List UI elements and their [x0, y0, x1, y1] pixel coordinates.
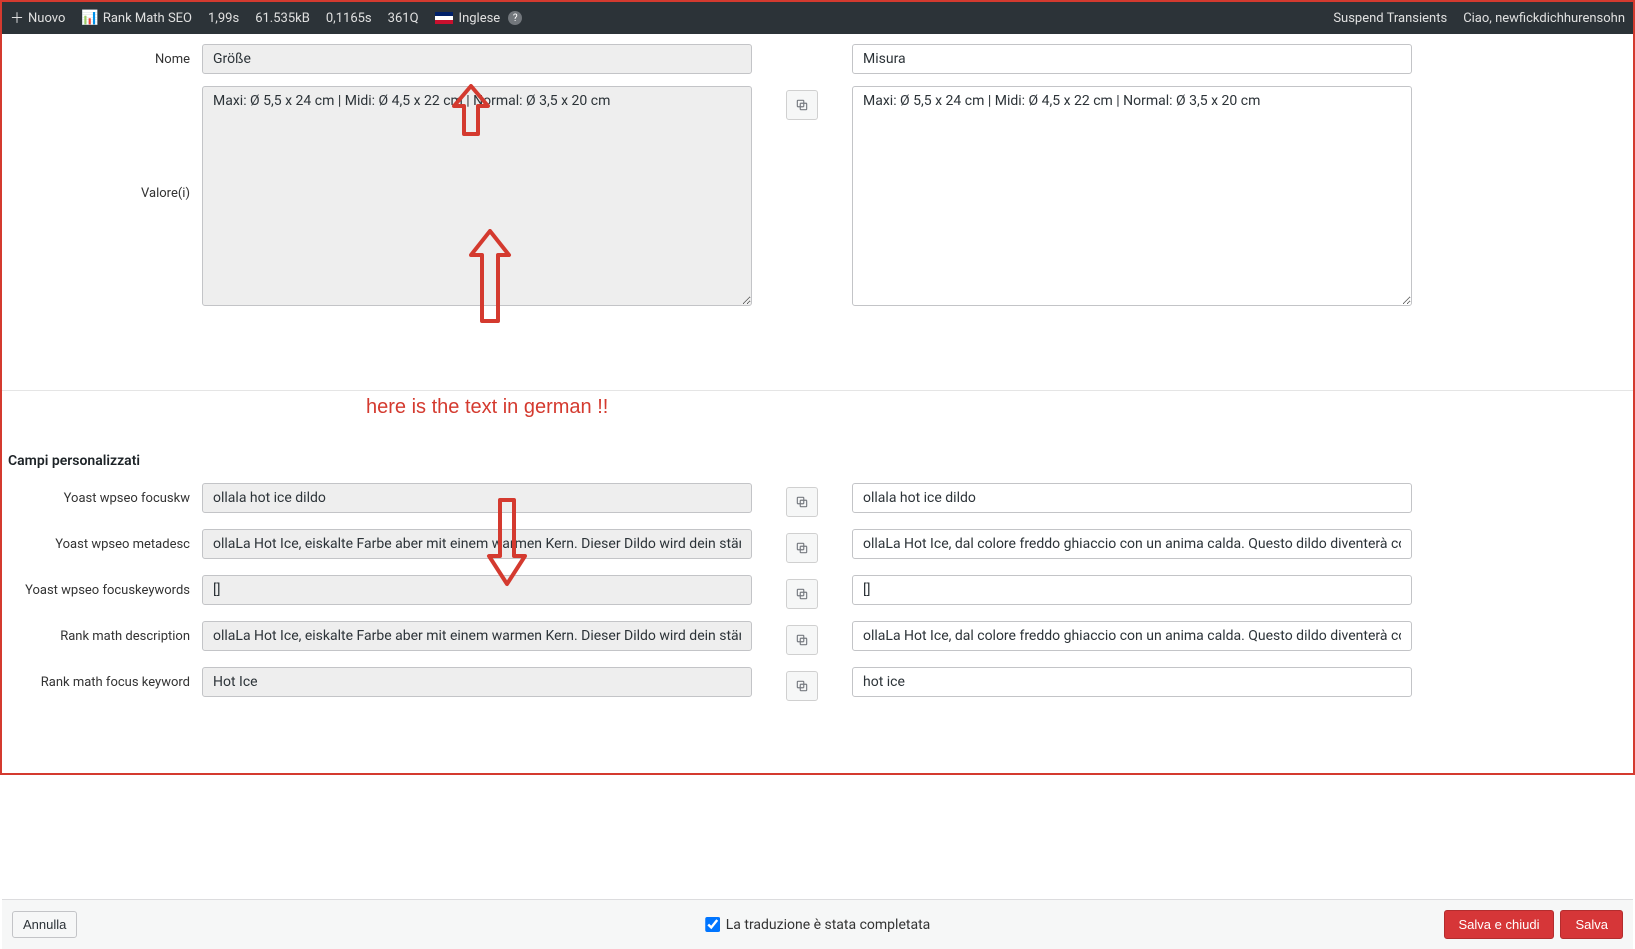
label-yoast-metadesc: Yoast wpseo metadesc — [2, 529, 202, 552]
section-custom-fields: Campi personalizzati — [2, 403, 1633, 483]
yoast-focuskeywords-target[interactable] — [852, 575, 1412, 605]
copy-focuskw-button[interactable] — [786, 487, 818, 517]
rankmath-desc-target[interactable] — [852, 621, 1412, 651]
new-button[interactable]: ＋ Nuovo — [10, 8, 65, 28]
copy-focuskeywords-button[interactable] — [786, 579, 818, 609]
row-rankmath-focus: Rank math focus keyword — [2, 667, 1633, 701]
footer-bar: Annulla La traduzione è stata completata… — [2, 899, 1633, 949]
row-rankmath-description: Rank math description — [2, 621, 1633, 655]
help-icon: ? — [508, 11, 522, 25]
annotation-arrow-2 — [467, 229, 507, 289]
copy-icon — [795, 495, 809, 509]
copy-metadesc-button[interactable] — [786, 533, 818, 563]
translation-complete-checkbox[interactable] — [705, 917, 720, 932]
user-greeting[interactable]: Ciao, newfickdichhurensohn — [1463, 11, 1625, 26]
yoast-focuskw-target[interactable] — [852, 483, 1412, 513]
label-rankmath-focus: Rank math focus keyword — [2, 667, 202, 690]
annotation-arrow-3 — [485, 496, 525, 576]
yoast-focuskeywords-source[interactable] — [202, 575, 752, 605]
language-switcher[interactable]: Inglese ? — [435, 11, 523, 26]
chart-icon: 📊 — [81, 10, 98, 26]
save-button[interactable]: Salva — [1560, 910, 1623, 939]
label-nome: Nome — [2, 44, 202, 67]
separator-1 — [2, 390, 1633, 391]
copy-icon — [795, 587, 809, 601]
rankmath-focus-source[interactable] — [202, 667, 752, 697]
perf-size[interactable]: 61.535kB — [255, 11, 310, 26]
row-nome: Nome — [2, 44, 1633, 74]
label-yoast-focuskeywords: Yoast wpseo focuskeywords — [2, 575, 202, 598]
copy-icon — [795, 98, 809, 112]
yoast-metadesc-source[interactable] — [202, 529, 752, 559]
row-yoast-focuskw: Yoast wpseo focuskw — [2, 483, 1633, 517]
plus-icon: ＋ — [10, 8, 24, 28]
label-rankmath-description: Rank math description — [2, 621, 202, 644]
suspend-transients[interactable]: Suspend Transients — [1333, 11, 1447, 26]
copy-rankmath-focus-button[interactable] — [786, 671, 818, 701]
translation-complete-label: La traduzione è stata completata — [726, 917, 931, 933]
annotation-text: here is the text in german !! — [366, 396, 608, 419]
perf-time[interactable]: 1,99s — [208, 11, 239, 26]
save-close-button[interactable]: Salva e chiudi — [1444, 910, 1555, 939]
label-valore: Valore(i) — [2, 86, 202, 306]
row-yoast-metadesc: Yoast wpseo metadesc — [2, 529, 1633, 563]
nome-target-input[interactable] — [852, 44, 1412, 74]
yoast-metadesc-target[interactable] — [852, 529, 1412, 559]
language-label: Inglese — [459, 11, 501, 26]
copy-icon — [795, 541, 809, 555]
yoast-focuskw-source[interactable] — [202, 483, 752, 513]
rankmath-focus-target[interactable] — [852, 667, 1412, 697]
label-yoast-focuskw: Yoast wpseo focuskw — [2, 483, 202, 506]
copy-valore-button[interactable] — [786, 90, 818, 120]
row-valore: Valore(i) Maxi: Ø 5,5 x 24 cm | Midi: Ø … — [2, 86, 1633, 306]
row-yoast-focuskeywords: Yoast wpseo focuskeywords — [2, 575, 1633, 609]
rankmath-desc-source[interactable] — [202, 621, 752, 651]
valore-target-textarea[interactable]: Maxi: Ø 5,5 x 24 cm | Midi: Ø 4,5 x 22 c… — [852, 86, 1412, 306]
flag-icon — [435, 12, 453, 24]
admin-topbar: ＋ Nuovo 📊 Rank Math SEO 1,99s 61.535kB 0… — [2, 2, 1633, 34]
copy-icon — [795, 679, 809, 693]
rankmath-button[interactable]: 📊 Rank Math SEO — [81, 10, 192, 26]
copy-rankmath-desc-button[interactable] — [786, 625, 818, 655]
annotation-arrow-1 — [450, 84, 490, 144]
cancel-button[interactable]: Annulla — [12, 911, 77, 938]
perf-queries[interactable]: 361Q — [388, 11, 419, 26]
new-label: Nuovo — [28, 11, 65, 26]
rankmath-label: Rank Math SEO — [103, 11, 192, 26]
nome-source-input[interactable] — [202, 44, 752, 74]
perf-time2[interactable]: 0,1165s — [326, 11, 372, 26]
copy-icon — [795, 633, 809, 647]
perf-time-val: 1,99s — [208, 11, 239, 26]
